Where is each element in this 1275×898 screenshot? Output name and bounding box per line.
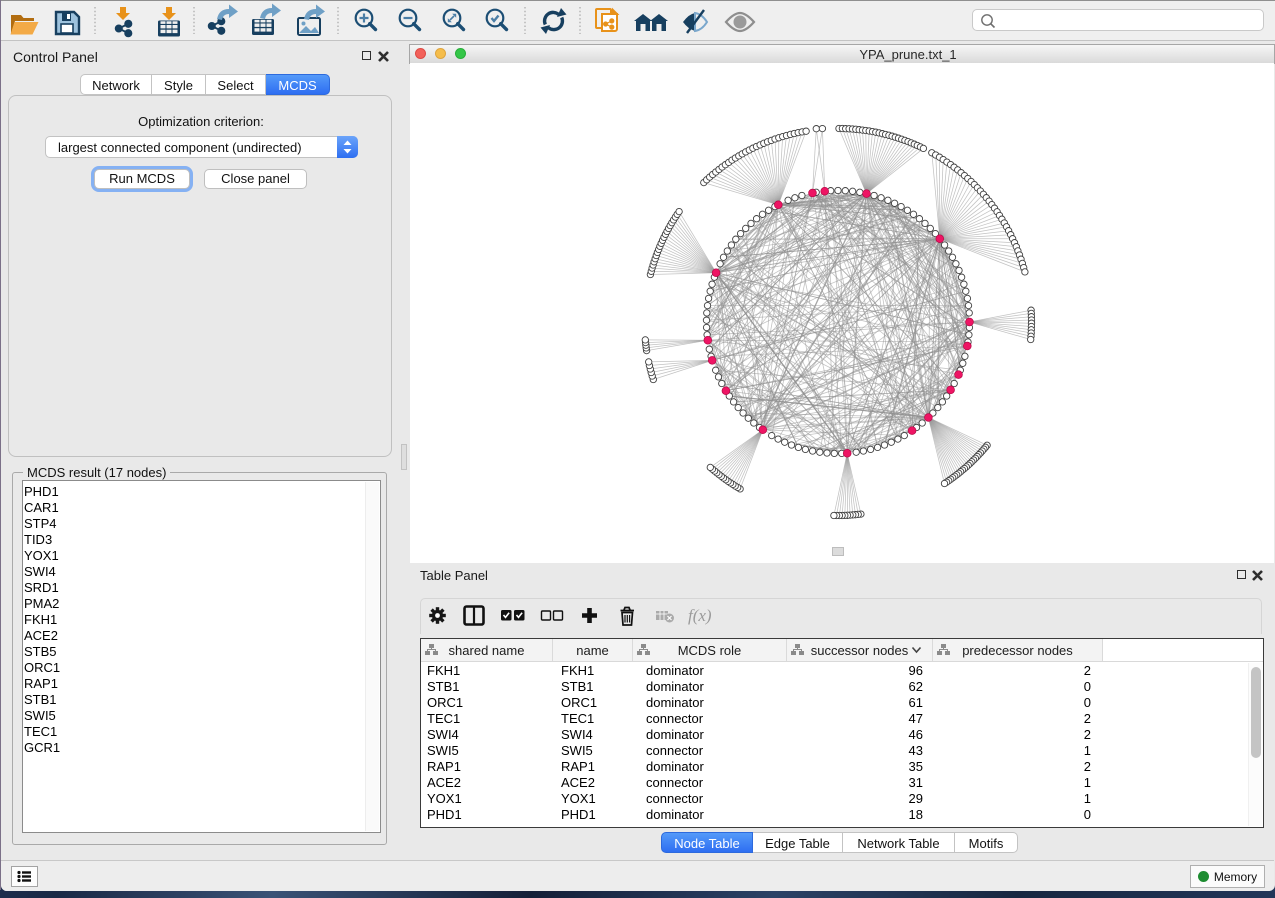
svg-text:f(x): f(x) — [688, 606, 712, 625]
